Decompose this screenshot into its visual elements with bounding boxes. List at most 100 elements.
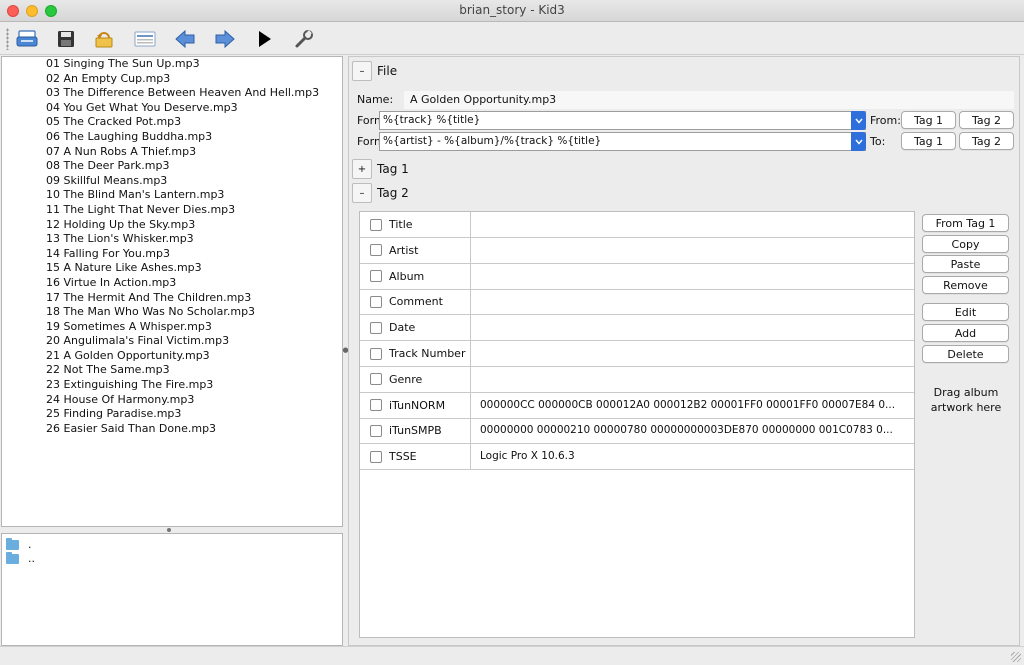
frame-checkbox[interactable] <box>370 321 382 334</box>
file-list-item[interactable]: 06 The Laughing Buddha.mp3 <box>2 130 342 145</box>
file-list-item[interactable]: 19 Sometimes A Whisper.mp3 <box>2 320 342 335</box>
table-row[interactable]: Comment <box>360 289 914 316</box>
table-row[interactable]: Track Number <box>360 341 914 367</box>
file-list-item[interactable]: 07 A Nun Robs A Thief.mp3 <box>2 145 342 160</box>
from-tag2-button[interactable]: Tag 2 <box>959 111 1014 129</box>
frame-checkbox[interactable] <box>370 399 382 412</box>
table-row[interactable]: Title <box>360 212 914 238</box>
dir-item-current[interactable]: . <box>6 537 32 551</box>
filename-field[interactable]: A Golden Opportunity.mp3 <box>404 91 1014 109</box>
table-row[interactable]: iTunNORM 000000CC 000000CB 000012A0 00001… <box>360 392 914 419</box>
frame-value-cell[interactable]: 00000000 00000210 00000780 00000000003DE… <box>472 418 912 443</box>
frame-name-cell: Track Number <box>360 341 471 366</box>
tag1-section-toggle[interactable]: + <box>352 159 372 179</box>
frame-checkbox[interactable] <box>370 270 382 283</box>
format-up-combo[interactable]: %{track} %{title} <box>379 111 866 130</box>
frame-checkbox[interactable] <box>370 218 382 231</box>
frame-value-cell[interactable] <box>472 289 912 314</box>
from-tag1-copy-button[interactable]: From Tag 1 <box>922 214 1009 232</box>
revert-button[interactable] <box>91 26 117 52</box>
file-list-item[interactable]: 22 Not The Same.mp3 <box>2 363 342 378</box>
frame-value-cell[interactable] <box>472 212 912 237</box>
frame-value-cell[interactable] <box>472 367 912 392</box>
to-tag1-button[interactable]: Tag 1 <box>901 132 956 150</box>
title-bar: brian_story - Kid3 <box>0 0 1024 22</box>
frame-name-cell: Title <box>360 212 471 237</box>
file-section-toggle[interactable]: – <box>352 61 372 81</box>
dir-item-parent[interactable]: .. <box>6 551 35 565</box>
file-list-item[interactable]: 20 Angulimala's Final Victim.mp3 <box>2 334 342 349</box>
frame-name: iTunNORM <box>389 398 446 412</box>
paste-button[interactable]: Paste <box>922 255 1009 273</box>
format-down-combo[interactable]: %{artist} - %{album}/%{track} %{title} <box>379 132 866 151</box>
frame-checkbox[interactable] <box>370 424 382 437</box>
table-row[interactable]: Album <box>360 263 914 290</box>
frame-value-cell[interactable] <box>472 341 912 366</box>
edit-button[interactable]: Edit <box>922 303 1009 321</box>
frame-value-cell[interactable]: 000000CC 000000CB 000012A0 000012B2 0000… <box>472 393 912 418</box>
album-artwork-dropzone[interactable]: Drag album artwork here <box>922 385 1010 415</box>
previous-file-button[interactable] <box>172 26 198 52</box>
file-list-item[interactable]: 21 A Golden Opportunity.mp3 <box>2 349 342 364</box>
chevron-down-icon[interactable] <box>851 132 866 151</box>
from-label: From: <box>870 114 901 127</box>
file-list-item[interactable]: 10 The Blind Man's Lantern.mp3 <box>2 188 342 203</box>
frame-value-cell[interactable] <box>472 315 912 340</box>
frame-value-cell[interactable] <box>472 238 912 263</box>
file-list-item[interactable]: 26 Easier Said Than Done.mp3 <box>2 422 342 437</box>
chevron-down-icon[interactable] <box>851 111 866 130</box>
file-list-item[interactable]: 01 Singing The Sun Up.mp3 <box>2 57 342 72</box>
file-list-item[interactable]: 25 Finding Paradise.mp3 <box>2 407 342 422</box>
table-row[interactable]: iTunSMPB 00000000 00000210 00000780 00000… <box>360 418 914 445</box>
file-list-item[interactable]: 13 The Lion's Whisker.mp3 <box>2 232 342 247</box>
table-row[interactable]: Artist <box>360 237 914 264</box>
file-list-item[interactable]: 12 Holding Up the Sky.mp3 <box>2 218 342 233</box>
save-button[interactable] <box>53 26 79 52</box>
to-label: To: <box>870 135 886 148</box>
file-list-item[interactable]: 15 A Nature Like Ashes.mp3 <box>2 261 342 276</box>
filelist-button[interactable] <box>132 26 158 52</box>
file-list-item[interactable]: 08 The Deer Park.mp3 <box>2 159 342 174</box>
file-list-item[interactable]: 14 Falling For You.mp3 <box>2 247 342 262</box>
next-file-button[interactable] <box>212 26 238 52</box>
frame-checkbox[interactable] <box>370 244 382 257</box>
name-label: Name: <box>357 93 394 106</box>
to-tag2-button[interactable]: Tag 2 <box>959 132 1014 150</box>
file-list-item[interactable]: 24 House Of Harmony.mp3 <box>2 393 342 408</box>
file-list-item[interactable]: 23 Extinguishing The Fire.mp3 <box>2 378 342 393</box>
settings-button[interactable] <box>291 26 317 52</box>
remove-button[interactable]: Remove <box>922 276 1009 294</box>
file-list[interactable]: 01 Singing The Sun Up.mp3 02 An Empty Cup… <box>1 56 343 527</box>
open-button[interactable] <box>14 26 40 52</box>
table-row[interactable]: Genre <box>360 366 914 393</box>
frame-checkbox[interactable] <box>370 450 382 463</box>
copy-button[interactable]: Copy <box>922 235 1009 253</box>
file-list-item[interactable]: 18 The Man Who Was No Scholar.mp3 <box>2 305 342 320</box>
file-list-item[interactable]: 05 The Cracked Pot.mp3 <box>2 115 342 130</box>
resize-grip-icon[interactable] <box>1011 652 1021 662</box>
tag2-section-toggle[interactable]: – <box>352 183 372 203</box>
table-row[interactable]: TSSE Logic Pro X 10.6.3 <box>360 444 914 471</box>
file-list-item[interactable]: 03 The Difference Between Heaven And Hel… <box>2 86 342 101</box>
file-list-item[interactable]: 02 An Empty Cup.mp3 <box>2 72 342 87</box>
file-list-item[interactable]: 09 Skillful Means.mp3 <box>2 174 342 189</box>
tag2-table[interactable]: Title Artist Album Comment Date Track Number G… <box>359 211 915 638</box>
delete-button[interactable]: Delete <box>922 345 1009 363</box>
frame-checkbox[interactable] <box>370 347 382 360</box>
table-row[interactable]: Date <box>360 315 914 342</box>
frame-checkbox[interactable] <box>370 295 382 308</box>
frame-value-cell[interactable] <box>472 264 912 289</box>
frame-value-cell[interactable]: Logic Pro X 10.6.3 <box>472 444 912 469</box>
file-list-item[interactable]: 17 The Hermit And The Children.mp3 <box>2 291 342 306</box>
play-button[interactable] <box>251 26 277 52</box>
frame-name: TSSE <box>389 450 417 464</box>
file-list-item[interactable]: 04 You Get What You Deserve.mp3 <box>2 101 342 116</box>
add-button[interactable]: Add <box>922 324 1009 342</box>
file-list-item[interactable]: 16 Virtue In Action.mp3 <box>2 276 342 291</box>
toolbar-grip[interactable] <box>6 28 9 50</box>
from-tag1-button[interactable]: Tag 1 <box>901 111 956 129</box>
frame-name: iTunSMPB <box>389 424 442 438</box>
directory-list[interactable]: . .. <box>1 533 343 646</box>
file-list-item[interactable]: 11 The Light That Never Dies.mp3 <box>2 203 342 218</box>
frame-checkbox[interactable] <box>370 373 382 386</box>
